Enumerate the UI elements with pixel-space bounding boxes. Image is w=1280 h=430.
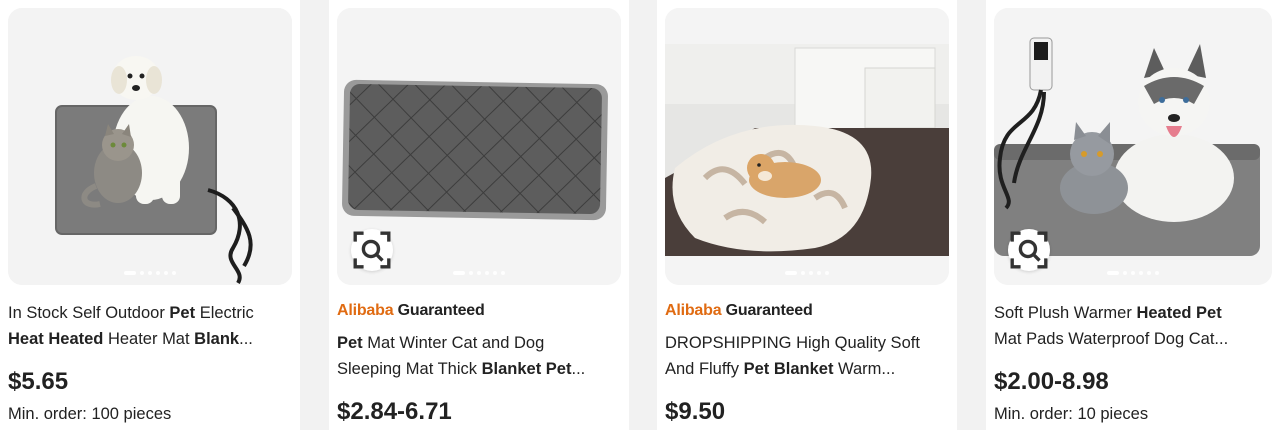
title-keyword: Pet — [337, 334, 363, 352]
image-search-button[interactable] — [351, 229, 393, 271]
product-card-4[interactable]: Soft Plush Warmer Heated Pet Mat Pads Wa… — [986, 0, 1280, 430]
title-keyword: Blank — [194, 330, 240, 348]
title-keyword: Pet Blanket — [743, 360, 834, 378]
product-title-3[interactable]: DROPSHIPPING High Quality Soft And Fluff… — [665, 330, 949, 382]
product-title-line-1: Soft Plush Warmer Heated Pet — [994, 300, 1272, 326]
image-search-icon — [353, 231, 391, 269]
product-image-2[interactable] — [337, 8, 621, 285]
title-text: Mat Pads Waterproof Dog Cat... — [994, 330, 1229, 348]
image-search-icon — [1010, 231, 1048, 269]
product-image-3[interactable] — [665, 8, 949, 285]
product-price-2: $2.84-6.71 — [337, 398, 452, 425]
product-title-1[interactable]: In Stock Self Outdoor Pet Electric Heat … — [8, 300, 292, 352]
title-text: ... — [571, 360, 586, 378]
title-text: Electric — [195, 304, 254, 322]
title-keyword: Heated Pet — [1136, 304, 1222, 322]
product-image-4[interactable] — [994, 8, 1272, 285]
product-photo-heated-mat-dog-cat — [8, 8, 292, 285]
product-price-4: $2.00-8.98 — [994, 368, 1109, 395]
badge-guaranteed: Guaranteed — [725, 302, 813, 319]
title-keyword: Pet — [169, 304, 196, 322]
title-text: Heater Mat — [103, 330, 195, 348]
product-image-1[interactable] — [8, 8, 292, 285]
product-title-line-2: Sleeping Mat Thick Blanket Pet... — [337, 356, 621, 382]
product-title-line-1: DROPSHIPPING High Quality Soft — [665, 330, 949, 356]
title-keyword: Blanket Pet — [481, 360, 572, 378]
product-title-line-2: Heat Heated Heater Mat Blank... — [8, 326, 292, 352]
product-card-2[interactable]: Alibaba Guaranteed Pet Mat Winter Cat an… — [329, 0, 629, 430]
badge-guaranteed: Guaranteed — [397, 302, 485, 319]
image-carousel-dots[interactable] — [124, 271, 176, 275]
product-title-line-1: Pet Mat Winter Cat and Dog — [337, 330, 621, 356]
title-text: Warm... — [833, 360, 896, 378]
title-text: DROPSHIPPING High Quality Soft — [665, 334, 920, 352]
product-price-3: $9.50 — [665, 398, 726, 425]
image-carousel-dots[interactable] — [453, 271, 505, 275]
product-photo-fluffy-blanket-dog — [665, 8, 949, 285]
title-text: And Fluffy — [665, 360, 744, 378]
product-card-1[interactable]: In Stock Self Outdoor Pet Electric Heat … — [0, 0, 300, 430]
product-title-line-1: In Stock Self Outdoor Pet Electric — [8, 300, 292, 326]
badge-brand: Alibaba — [665, 302, 722, 319]
image-search-button[interactable] — [1008, 229, 1050, 271]
title-text: Mat Winter Cat and Dog — [362, 334, 545, 352]
product-price-1: $5.65 — [8, 368, 69, 395]
image-carousel-dots[interactable] — [1107, 271, 1159, 275]
title-text: ... — [239, 330, 253, 348]
product-title-4[interactable]: Soft Plush Warmer Heated Pet Mat Pads Wa… — [994, 300, 1272, 352]
title-text: In Stock Self Outdoor — [8, 304, 170, 322]
title-keyword: Heat Heated — [8, 330, 104, 348]
badge-brand: Alibaba — [337, 302, 394, 319]
product-min-order-4: Min. order: 10 pieces — [994, 405, 1149, 423]
product-title-2[interactable]: Pet Mat Winter Cat and Dog Sleeping Mat … — [337, 330, 621, 382]
alibaba-guaranteed-badge: Alibaba Guaranteed — [337, 302, 485, 320]
title-text: Sleeping Mat Thick — [337, 360, 482, 378]
alibaba-guaranteed-badge: Alibaba Guaranteed — [665, 302, 813, 320]
product-title-line-2: And Fluffy Pet Blanket Warm... — [665, 356, 949, 382]
product-title-line-2: Mat Pads Waterproof Dog Cat... — [994, 326, 1272, 352]
product-card-3[interactable]: Alibaba Guaranteed DROPSHIPPING High Qua… — [657, 0, 957, 430]
image-carousel-dots[interactable] — [785, 271, 829, 275]
title-text: Soft Plush Warmer — [994, 304, 1137, 322]
product-min-order-1: Min. order: 100 pieces — [8, 405, 172, 423]
